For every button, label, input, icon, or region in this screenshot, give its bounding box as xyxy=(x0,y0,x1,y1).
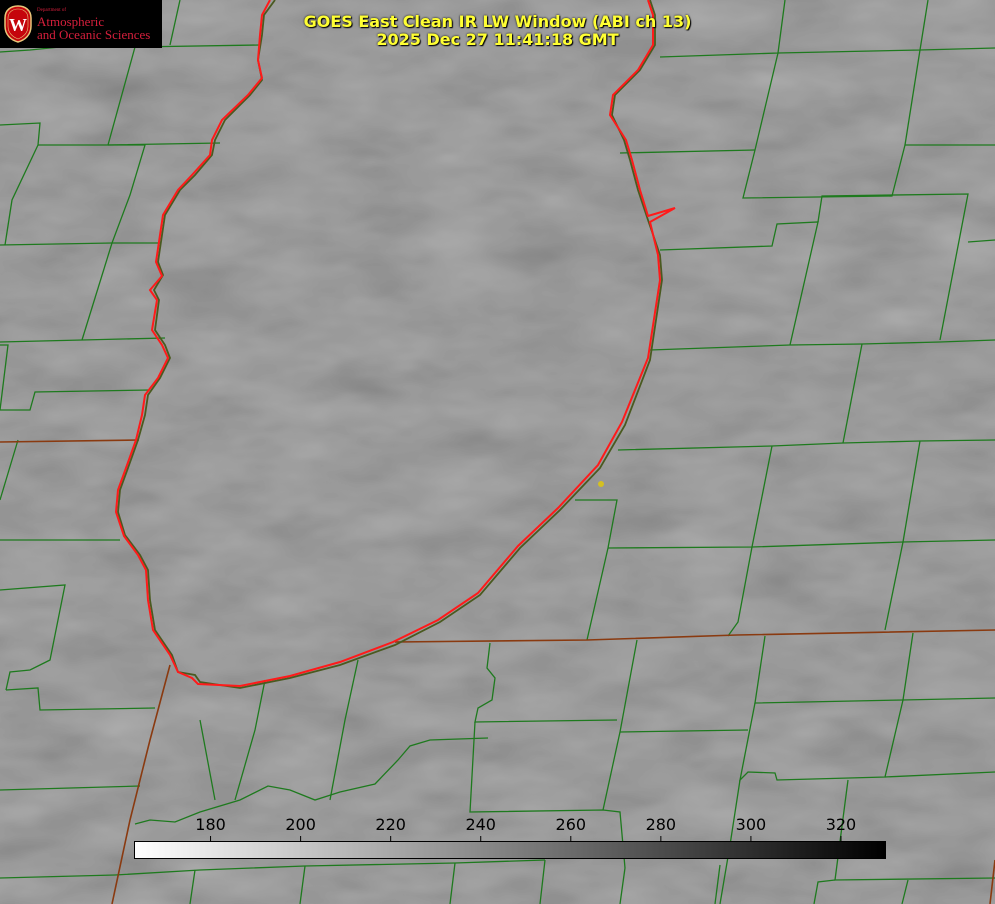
colorbar-tick-label: 240 xyxy=(465,815,496,834)
satellite-map xyxy=(0,0,995,904)
colorbar-tick-label: 180 xyxy=(195,815,226,834)
image-timestamp: 2025 Dec 27 11:41:18 GMT xyxy=(376,30,619,49)
colorbar-tick-label: 200 xyxy=(285,815,316,834)
image-title: GOES East Clean IR LW Window (ABI ch 13) xyxy=(303,12,692,31)
location-marker xyxy=(598,481,604,487)
colorbar-tick-label: 280 xyxy=(645,815,677,834)
colorbar-tick-label: 260 xyxy=(555,815,587,834)
colorbar-tick-label: 320 xyxy=(825,815,857,834)
colorbar xyxy=(134,841,886,859)
colorbar-tick-label: 220 xyxy=(375,815,406,834)
colorbar-tick-label: 300 xyxy=(735,815,767,834)
